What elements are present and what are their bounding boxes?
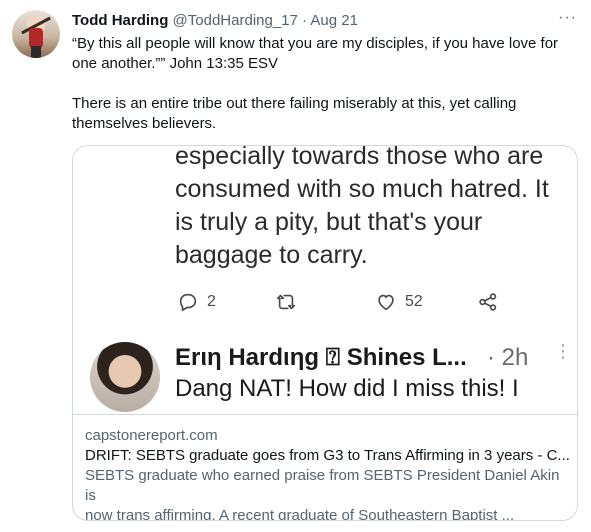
card-info[interactable]: capstonereport.com DRIFT: SEBTS graduate…: [85, 426, 569, 521]
share-icon: [479, 293, 497, 311]
tweet-header: Todd Harding @ToddHarding_17 · Aug 21: [72, 11, 358, 31]
reply-count: 2: [207, 293, 216, 310]
reply-avatar: [90, 342, 160, 412]
avatar-figure-body: [29, 28, 43, 48]
more-options-icon[interactable]: ···: [558, 9, 577, 27]
retweet-icon: [276, 294, 296, 310]
author-name[interactable]: Todd Harding: [72, 12, 168, 29]
heart-icon: [378, 294, 394, 311]
screenshot-like-action: 52: [375, 291, 423, 313]
header-separator: ·: [302, 12, 308, 29]
screenshot-action-bar: 2 52: [177, 291, 507, 315]
reply-icon: [179, 293, 197, 312]
reply-more-icon: ⋮: [554, 341, 572, 361]
author-avatar[interactable]: [12, 10, 60, 58]
screenshot-share-action: [477, 291, 499, 313]
screenshot-reply-action: 2: [177, 291, 216, 313]
screenshot-line: especially towards those who are: [175, 146, 544, 170]
like-count: 52: [405, 293, 423, 310]
card-description-line: SEBTS graduate who earned praise from SE…: [85, 467, 560, 504]
card-title: DRIFT: SEBTS graduate goes from G3 to Tr…: [85, 447, 569, 464]
avatar-figure-legs: [31, 46, 41, 58]
card-description-line: now trans affirming. A recent graduate o…: [85, 507, 515, 521]
card-divider: [73, 414, 577, 415]
tweet-text-line: themselves believers.: [72, 115, 217, 132]
reply-text: Dang NAT! How did I miss this! I: [175, 375, 519, 402]
card-description: SEBTS graduate who earned praise from SE…: [85, 466, 569, 521]
screenshot-retweet-action: [275, 291, 305, 313]
tweet-text-line: one another.”” John 13:35 ESV: [72, 55, 278, 72]
screenshot-line: is truly a pity, but that's your: [175, 208, 483, 236]
card-domain: capstonereport.com: [85, 427, 218, 444]
card-image[interactable]: especially towards those who are consume…: [73, 146, 577, 414]
link-card[interactable]: especially towards those who are consume…: [72, 145, 578, 521]
tweet-date[interactable]: Aug 21: [310, 12, 358, 29]
tweet-text: “By this all people will know that you a…: [72, 34, 572, 134]
screenshot-line: baggage to carry.: [175, 241, 368, 269]
tweet-text-line: There is an entire tribe out there faili…: [72, 95, 517, 112]
tweet[interactable]: Todd Harding @ToddHarding_17 · Aug 21 ··…: [0, 0, 591, 532]
reply-author-name: Erιη Hardιηg ⍰ Shines L...: [175, 344, 467, 371]
author-handle[interactable]: @ToddHarding_17: [173, 12, 298, 29]
screenshot-text: especially towards those who are consume…: [175, 146, 575, 272]
screenshot-line: consumed with so much hatred. It: [175, 175, 549, 203]
tweet-text-line: “By this all people will know that you a…: [72, 35, 559, 52]
reply-time: · 2h: [487, 344, 529, 371]
